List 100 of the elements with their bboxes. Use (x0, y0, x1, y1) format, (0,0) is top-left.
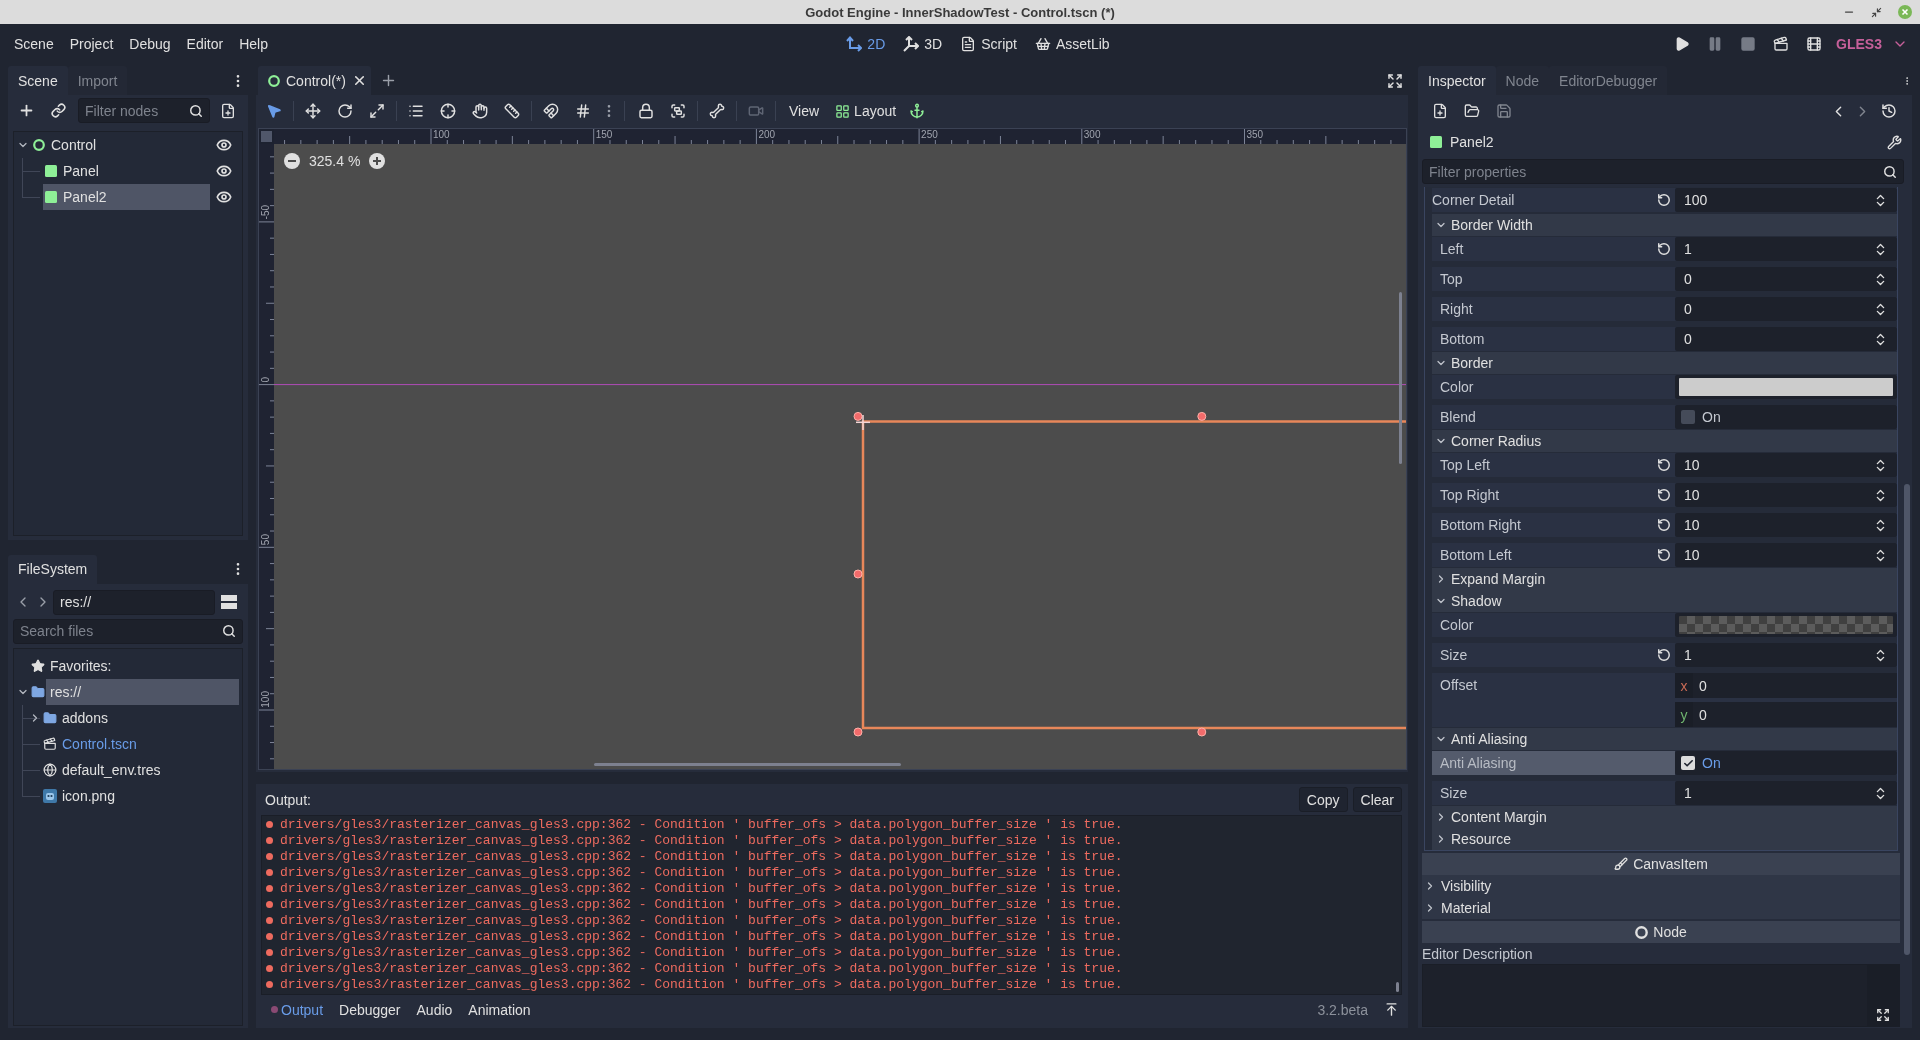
bottom-tab[interactable]: Debugger (331, 999, 409, 1020)
section-header[interactable]: Border Width (1432, 214, 1897, 236)
restore-icon[interactable] (1871, 6, 1882, 18)
revert-icon[interactable] (1657, 488, 1671, 502)
scrollbar-thumb[interactable] (594, 763, 901, 766)
search-files-input[interactable]: Search files (20, 620, 218, 642)
zoom-in-icon[interactable] (369, 153, 386, 169)
section-header[interactable]: Anti Aliasing (1432, 728, 1897, 750)
hand-icon[interactable] (472, 103, 488, 119)
eye-icon[interactable] (216, 189, 232, 205)
layout-menu-button[interactable]: Layout (829, 99, 903, 123)
magnet-icon[interactable] (543, 103, 559, 119)
clapperboard-icon[interactable] (1772, 36, 1789, 52)
filter-nodes-input[interactable]: Filter nodes (85, 100, 185, 121)
dock-tab[interactable]: Inspector (1418, 66, 1496, 95)
two-bars-icon[interactable] (221, 595, 237, 609)
eye-icon[interactable] (216, 163, 232, 179)
menu-item[interactable]: Editor (178, 32, 232, 56)
dock-tab[interactable]: Scene (8, 66, 68, 95)
film-icon[interactable] (1805, 36, 1822, 52)
number-field[interactable]: 10 (1675, 543, 1897, 567)
text-area-field[interactable] (1422, 964, 1900, 1027)
resize-handle[interactable] (853, 727, 863, 737)
dock-tab[interactable]: Node (1495, 66, 1550, 95)
section-header[interactable]: Material (1422, 897, 1900, 919)
lock-icon[interactable] (638, 103, 654, 119)
number-field[interactable]: 0 (1693, 673, 1897, 698)
resize-handle[interactable] (853, 569, 863, 579)
workspace-tab[interactable]: Script (954, 32, 1023, 56)
scene-tree-item[interactable]: Panel2 (43, 184, 210, 210)
number-field[interactable]: 0 (1675, 267, 1897, 291)
file-plus-icon[interactable] (1432, 103, 1448, 119)
file-plus-icon[interactable] (220, 102, 236, 119)
section-header[interactable]: Content Margin (1432, 806, 1897, 828)
number-field[interactable]: 100 (1675, 188, 1897, 212)
history-icon[interactable] (1881, 103, 1897, 119)
workspace-tab[interactable]: 2D (840, 32, 892, 56)
number-field[interactable]: 0 (1675, 297, 1897, 321)
scene-tree-item[interactable]: Panel (43, 158, 210, 184)
checkbox[interactable]: On (1675, 751, 1897, 775)
section-header[interactable]: Shadow (1432, 590, 1897, 612)
dock-tab[interactable]: EditorDebugger (1549, 66, 1668, 95)
group-icon[interactable] (670, 103, 686, 119)
dock-tab[interactable]: Import (67, 66, 128, 95)
hash-icon[interactable] (575, 103, 591, 119)
bottom-tab[interactable]: Output (263, 999, 332, 1020)
list-icon[interactable] (408, 103, 424, 119)
number-field[interactable]: 0 (1675, 327, 1897, 351)
resize-handle[interactable] (1197, 411, 1207, 421)
folder-item[interactable]: addons (58, 704, 239, 731)
filter-properties-input[interactable]: Filter properties (1429, 161, 1879, 182)
wrench-icon[interactable] (1887, 134, 1902, 150)
expand-icon[interactable] (1876, 1008, 1890, 1022)
bottom-tab[interactable]: Animation (460, 999, 539, 1020)
menu-item[interactable]: Scene (6, 32, 62, 56)
section-header[interactable]: Expand Margin (1432, 568, 1897, 590)
eye-icon[interactable] (216, 137, 232, 153)
scrollbar-thumb[interactable] (1904, 484, 1910, 955)
folder-item[interactable]: res:// (46, 678, 239, 705)
number-field[interactable]: 1 (1675, 237, 1897, 261)
resize-handle[interactable] (853, 411, 863, 421)
section-header[interactable]: Visibility (1422, 875, 1900, 897)
bottom-tab[interactable]: Audio (408, 999, 461, 1020)
number-field[interactable]: 0 (1693, 702, 1897, 727)
ruler-icon[interactable] (504, 103, 520, 119)
revert-icon[interactable] (1657, 242, 1671, 256)
filter-properties-field[interactable]: Filter properties (1422, 159, 1904, 184)
file-item[interactable]: default_env.tres (58, 756, 239, 783)
renderer-button[interactable]: GLES3 (1830, 32, 1888, 56)
workspace-tab[interactable]: 3D (897, 32, 949, 56)
pointer-arrow-icon[interactable] (266, 103, 282, 119)
rotate-icon[interactable] (337, 103, 353, 119)
section-header[interactable]: Border (1432, 352, 1897, 374)
revert-icon[interactable] (1657, 518, 1671, 532)
file-item[interactable]: icon.png (58, 782, 239, 809)
section-header[interactable]: Corner Radius (1432, 430, 1897, 452)
revert-icon[interactable] (1657, 548, 1671, 562)
editor-tab[interactable]: Control(*) (258, 66, 371, 95)
path-input[interactable]: res:// (60, 591, 208, 613)
panel-button[interactable]: Clear (1352, 787, 1402, 812)
link-icon[interactable] (50, 103, 66, 118)
scrollbar-thumb[interactable] (1399, 292, 1402, 464)
open-folder-icon[interactable] (1464, 103, 1480, 119)
number-field[interactable]: 10 (1675, 453, 1897, 477)
resize-handle[interactable] (1197, 727, 1207, 737)
file-item[interactable]: Control.tscn (58, 730, 239, 757)
menu-item[interactable]: Debug (121, 32, 179, 56)
favorites-item[interactable]: Favorites: (46, 652, 239, 679)
number-field[interactable]: 10 (1675, 483, 1897, 507)
revert-icon[interactable] (1657, 648, 1671, 662)
crosshair-icon[interactable] (440, 103, 456, 119)
scene-tree-item[interactable]: Control (31, 132, 210, 158)
menu-item[interactable]: Project (61, 32, 122, 56)
move-arrows-icon[interactable] (305, 103, 321, 119)
number-field[interactable]: 10 (1675, 513, 1897, 537)
scrollbar-thumb[interactable] (1396, 982, 1399, 992)
diagonal-arrows-icon[interactable] (369, 103, 385, 119)
workspace-tab[interactable]: AssetLib (1028, 32, 1116, 56)
bone-icon[interactable] (709, 103, 725, 119)
zoom-out-icon[interactable] (284, 153, 300, 169)
